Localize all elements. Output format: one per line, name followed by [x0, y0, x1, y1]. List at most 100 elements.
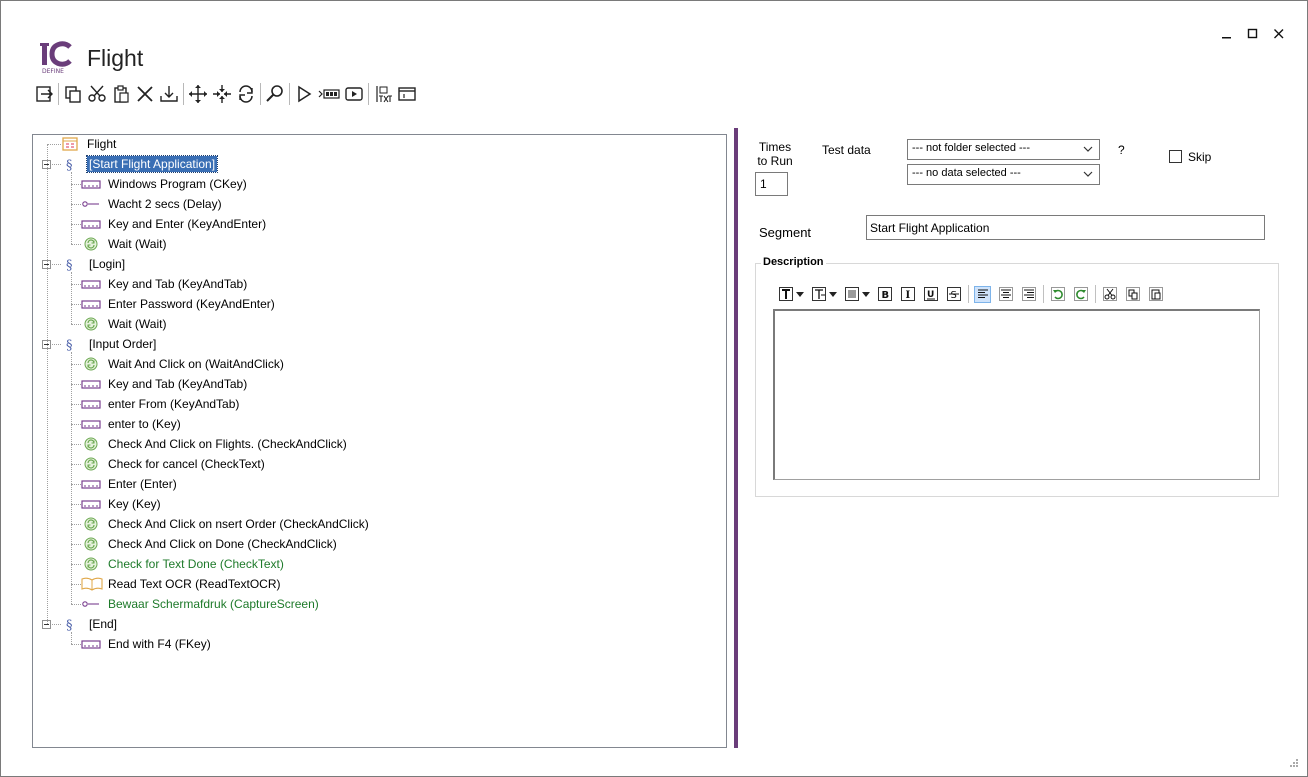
- font-size-dropdown[interactable]: [829, 286, 838, 303]
- font-icon: [778, 287, 793, 301]
- maximize-button[interactable]: [1247, 27, 1259, 41]
- tree-step[interactable]: Wacht 2 secs (Delay): [81, 194, 224, 214]
- copy-button[interactable]: [61, 83, 85, 105]
- tree-step[interactable]: Bewaar Schermafdruk (CaptureScreen): [81, 594, 321, 614]
- app-window: DEFINE Flight Flight § [Start Flight App…: [0, 0, 1308, 777]
- tree-segment[interactable]: § [Start Flight Application]: [62, 154, 219, 174]
- redo-button[interactable]: [1072, 286, 1089, 303]
- tree-step[interactable]: Key and Tab (KeyAndTab): [81, 374, 249, 394]
- tree-step[interactable]: Key and Tab (KeyAndTab): [81, 274, 249, 294]
- folder-select[interactable]: --- not folder selected ---: [907, 139, 1100, 160]
- tree-step[interactable]: Enter Password (KeyAndEnter): [81, 294, 277, 314]
- description-editor[interactable]: [773, 309, 1260, 480]
- search-icon: [266, 85, 283, 102]
- color-button[interactable]: [843, 286, 860, 303]
- underline-icon: U: [923, 287, 938, 301]
- play-video-button[interactable]: [342, 83, 366, 105]
- segment-icon: §: [62, 617, 82, 631]
- help-mark[interactable]: ?: [1118, 143, 1125, 157]
- align-right-button[interactable]: [1020, 286, 1037, 303]
- tree-step[interactable]: Wait (Wait): [81, 314, 168, 334]
- skip-checkbox[interactable]: [1169, 150, 1182, 163]
- undo-button[interactable]: [1049, 286, 1066, 303]
- key-step-icon: [81, 397, 101, 411]
- svg-text:§: §: [66, 258, 73, 271]
- strikethrough-button[interactable]: S: [945, 286, 962, 303]
- minimize-button[interactable]: [1221, 27, 1233, 41]
- font-size-button[interactable]: [810, 286, 827, 303]
- tree-step[interactable]: Check for cancel (CheckText): [81, 454, 267, 474]
- delete-button[interactable]: [133, 83, 157, 105]
- tree-step[interactable]: Wait (Wait): [81, 234, 168, 254]
- tree-step[interactable]: Check And Click on Done (CheckAndClick): [81, 534, 339, 554]
- font-dropdown[interactable]: [796, 286, 805, 303]
- close-button[interactable]: [1273, 27, 1285, 41]
- toolbar-separator: [183, 83, 184, 105]
- tree-segment[interactable]: § [Login]: [62, 254, 127, 274]
- align-left-icon: [977, 289, 988, 299]
- collapse-button[interactable]: [210, 83, 234, 105]
- times-to-run-input[interactable]: [755, 172, 788, 196]
- tree-connector: [71, 424, 81, 425]
- move-button[interactable]: [186, 83, 210, 105]
- tree-step[interactable]: Enter (Enter): [81, 474, 179, 494]
- tree-step[interactable]: enter to (Key): [81, 414, 183, 434]
- align-left-button[interactable]: [974, 285, 991, 303]
- tree-step[interactable]: Check for Text Done (CheckText): [81, 554, 286, 574]
- tree-step[interactable]: Wait And Click on (WaitAndClick): [81, 354, 286, 374]
- font-button[interactable]: [777, 286, 794, 303]
- resize-grip-icon[interactable]: [1289, 758, 1299, 768]
- tree-segment[interactable]: § [Input Order]: [62, 334, 158, 354]
- text-export-button[interactable]: [371, 83, 395, 105]
- import-button[interactable]: [157, 83, 181, 105]
- tree-node-label: Windows Program (CKey): [108, 177, 247, 191]
- cut-button[interactable]: [85, 83, 109, 105]
- tree-step[interactable]: Read Text OCR (ReadTextOCR): [81, 574, 283, 594]
- rte-copy-button[interactable]: [1124, 286, 1141, 303]
- search-button[interactable]: [263, 83, 287, 105]
- exit-button[interactable]: [32, 83, 56, 105]
- paste-button[interactable]: [109, 83, 133, 105]
- record-button[interactable]: [316, 83, 342, 105]
- window-title: Flight: [87, 45, 144, 71]
- main-toolbar: [32, 83, 419, 105]
- tree-step[interactable]: Key and Enter (KeyAndEnter): [81, 214, 268, 234]
- bold-button[interactable]: B: [876, 286, 893, 303]
- underline-button[interactable]: U: [922, 286, 939, 303]
- segment-input[interactable]: [866, 215, 1265, 240]
- wait-step-icon: [81, 317, 101, 331]
- color-dropdown[interactable]: [862, 286, 871, 303]
- key-step-icon: [81, 637, 101, 651]
- tree-segment[interactable]: § [End]: [62, 614, 119, 634]
- tree-connector: [71, 272, 72, 324]
- panel-splitter[interactable]: [734, 128, 738, 748]
- ocr-step-icon: [81, 577, 103, 591]
- rte-cut-button[interactable]: [1101, 286, 1118, 303]
- tree-connector: [71, 524, 81, 525]
- italic-button[interactable]: I: [899, 286, 916, 303]
- tree-step[interactable]: Check And Click on nsert Order (CheckAnd…: [81, 514, 371, 534]
- segment-icon: §: [62, 157, 82, 171]
- tree-node-label: Check And Click on nsert Order (CheckAnd…: [108, 517, 369, 531]
- tree-step[interactable]: End with F4 (FKey): [81, 634, 213, 654]
- window-button[interactable]: [395, 83, 419, 105]
- key-step-icon: [81, 297, 101, 311]
- tree-root[interactable]: Flight: [60, 135, 118, 154]
- tree-node-label: [Input Order]: [89, 337, 157, 351]
- tree-step[interactable]: enter From (KeyAndTab): [81, 394, 241, 414]
- align-center-button[interactable]: [997, 286, 1014, 303]
- refresh-button[interactable]: [234, 83, 258, 105]
- tree-step[interactable]: Windows Program (CKey): [81, 174, 249, 194]
- dropdown-arrow-icon: [862, 291, 870, 297]
- rte-paste-button[interactable]: [1147, 286, 1164, 303]
- data-select[interactable]: --- no data selected ---: [907, 164, 1100, 185]
- test-root-icon: [60, 137, 80, 151]
- key-step-icon: [81, 217, 101, 231]
- tree-connector: [71, 404, 81, 405]
- tree-step[interactable]: Check And Click on Flights. (CheckAndCli…: [81, 434, 349, 454]
- toolbar-separator: [58, 83, 59, 105]
- chevron-down-icon: [1083, 171, 1093, 177]
- run-button[interactable]: [292, 83, 316, 105]
- tree-step[interactable]: Key (Key): [81, 494, 163, 514]
- test-tree[interactable]: Flight § [Start Flight Application] Windows…: [32, 134, 727, 748]
